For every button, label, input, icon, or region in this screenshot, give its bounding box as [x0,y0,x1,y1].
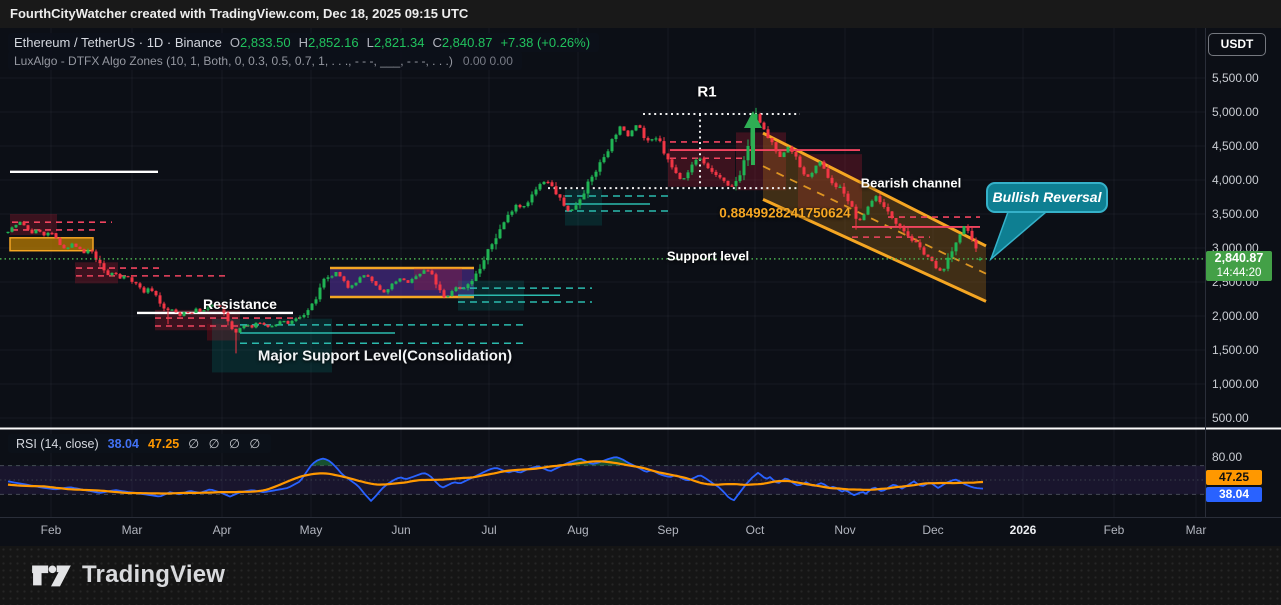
grid [0,28,1205,517]
main-chart-canvas[interactable] [0,0,1281,605]
zone-supply[interactable] [414,268,462,290]
tradingview-chart-window: FourthCityWatcher created with TradingVi… [0,0,1281,605]
algo-zones [10,132,862,372]
callout-tail [991,212,1046,259]
rsi-pane [0,457,1205,501]
separators [0,28,1281,518]
zone-supply[interactable] [668,149,735,187]
